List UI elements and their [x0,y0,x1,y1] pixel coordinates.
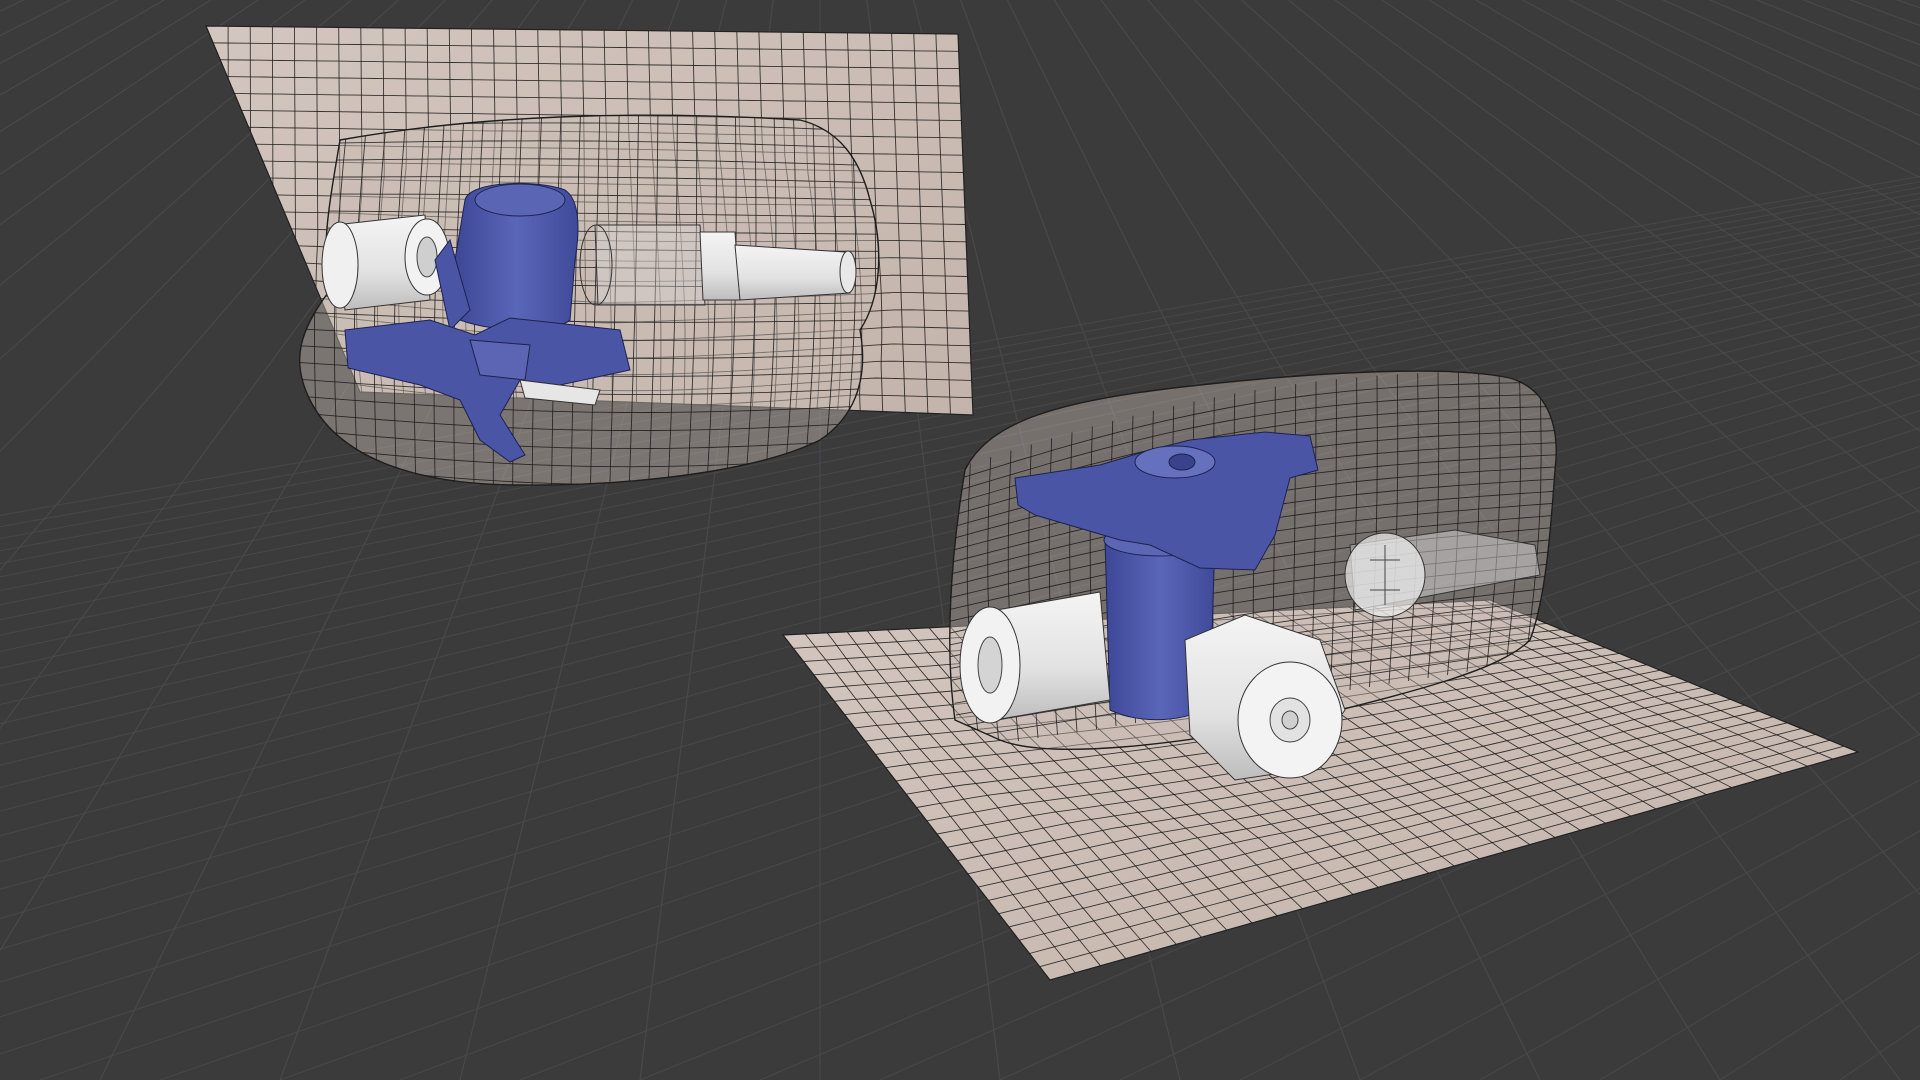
fitting-left-flat[interactable] [959,591,1111,724]
model-tilted[interactable] [205,25,974,503]
3d-viewport[interactable] [0,0,1920,1080]
fitting-left-tilted[interactable] [321,214,450,311]
scene-canvas[interactable] [0,0,1920,1080]
